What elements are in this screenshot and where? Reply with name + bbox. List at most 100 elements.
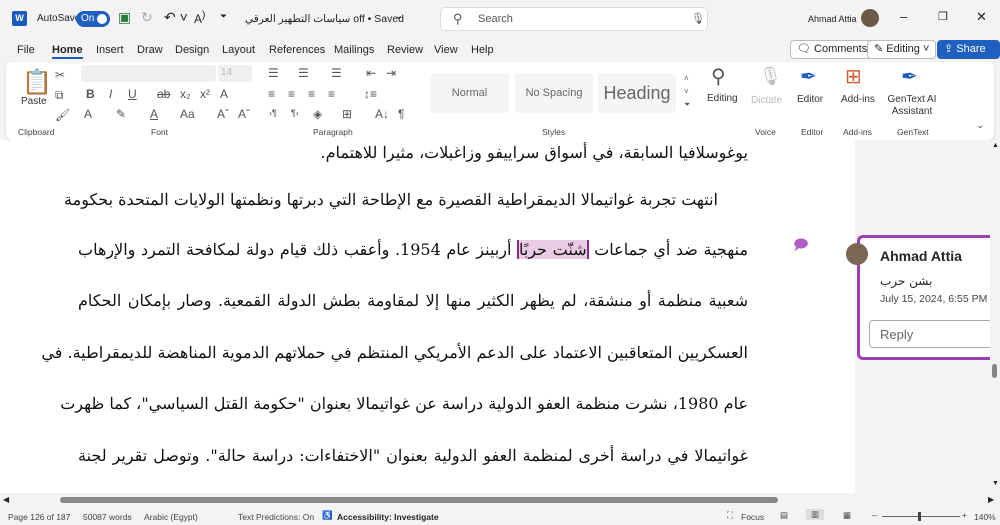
numbering-icon[interactable]: ☰ bbox=[298, 66, 309, 80]
style-normal[interactable]: Normal bbox=[430, 73, 509, 113]
editing-button[interactable]: Editing bbox=[707, 93, 738, 104]
read-aloud-icon[interactable]: A) bbox=[194, 10, 205, 26]
rtl-icon[interactable]: ¶‹ bbox=[291, 108, 299, 118]
h-scroll-thumb[interactable] bbox=[60, 497, 778, 503]
minimize-icon[interactable]: – bbox=[900, 9, 907, 24]
chevron-down-icon[interactable]: ⌄ bbox=[395, 11, 403, 22]
zoom-in-icon[interactable]: + bbox=[962, 510, 967, 520]
comments-button[interactable]: 🗨 Comments bbox=[790, 40, 875, 59]
addins-icon[interactable]: ⊞ bbox=[845, 64, 862, 89]
tab-insert[interactable]: Insert bbox=[96, 44, 124, 56]
redo-icon[interactable]: ↻ bbox=[141, 9, 153, 26]
find-icon[interactable]: ⚲ bbox=[711, 64, 726, 89]
change-case-icon[interactable]: Aa bbox=[180, 107, 195, 121]
focus-button[interactable]: Focus bbox=[741, 512, 764, 522]
tab-view[interactable]: View bbox=[434, 44, 458, 56]
user-name[interactable]: Ahmad Attia bbox=[808, 14, 857, 24]
page-count[interactable]: Page 126 of 187 bbox=[8, 512, 70, 522]
grow-font-icon[interactable]: Aˆ bbox=[217, 107, 229, 121]
scroll-thumb[interactable] bbox=[992, 364, 997, 378]
dictate-button[interactable]: Dictate bbox=[751, 95, 782, 106]
search-input[interactable]: Search bbox=[478, 13, 513, 25]
tab-home[interactable]: Home bbox=[52, 44, 83, 59]
tab-draw[interactable]: Draw bbox=[137, 44, 163, 56]
underline-icon[interactable]: U bbox=[128, 87, 137, 101]
text-predictions[interactable]: Text Predictions: On bbox=[238, 512, 314, 522]
line-spacing-icon[interactable]: ↕≡ bbox=[364, 87, 377, 101]
shrink-font-icon[interactable]: Aˇ bbox=[238, 107, 250, 121]
gentext-icon[interactable]: ✒ bbox=[901, 64, 918, 89]
cut-icon[interactable]: ✂ bbox=[55, 68, 65, 82]
comment-marker-icon[interactable]: 🗩 bbox=[793, 234, 809, 258]
save-icon[interactable]: ▣ bbox=[118, 9, 131, 26]
customize-toolbar-icon[interactable]: ⏷ bbox=[220, 11, 227, 22]
ltr-icon[interactable]: ›¶ bbox=[269, 108, 277, 118]
bold-icon[interactable]: B bbox=[86, 87, 95, 101]
justify-icon[interactable]: ≡ bbox=[328, 87, 335, 101]
align-center-icon[interactable]: ≡ bbox=[288, 87, 295, 101]
style-no-spacing[interactable]: No Spacing bbox=[515, 73, 593, 113]
search-box[interactable]: ⚲ Search 🎙 bbox=[440, 7, 708, 31]
focus-icon[interactable]: ⛶ bbox=[727, 510, 733, 521]
accessibility-status[interactable]: Accessibility: Investigate bbox=[337, 512, 439, 522]
tab-mailings[interactable]: Mailings bbox=[334, 44, 374, 56]
tab-layout[interactable]: Layout bbox=[222, 44, 255, 56]
italic-icon[interactable]: I bbox=[109, 87, 112, 101]
read-mode-icon[interactable]: ▤ bbox=[780, 510, 788, 521]
show-marks-icon[interactable]: ¶ bbox=[398, 107, 404, 121]
font-color-icon[interactable]: A bbox=[150, 107, 158, 121]
superscript-icon[interactable]: x² bbox=[200, 87, 210, 101]
font-name-select[interactable] bbox=[81, 65, 216, 82]
strikethrough-icon[interactable]: ab bbox=[157, 87, 170, 101]
document-page[interactable]: يوغوسلافيا السابقة، في أسواق سراييفو وزا… bbox=[0, 140, 855, 493]
share-button[interactable]: ⇪ Share ˅ bbox=[937, 40, 1000, 72]
align-left-icon[interactable]: ≡ bbox=[268, 87, 275, 101]
language[interactable]: Arabic (Egypt) bbox=[144, 512, 198, 522]
commented-text-highlight[interactable]: شنّت حربًا bbox=[517, 240, 589, 259]
editor-button[interactable]: Editor bbox=[797, 94, 823, 105]
zoom-slider-thumb[interactable] bbox=[918, 512, 921, 521]
tab-review[interactable]: Review bbox=[387, 44, 423, 56]
dictate-icon[interactable]: 🎙 bbox=[759, 66, 782, 87]
font-size-select[interactable]: 14 bbox=[218, 65, 252, 82]
paste-label[interactable]: Paste bbox=[21, 96, 47, 107]
scroll-down-icon[interactable]: ▼ bbox=[992, 480, 999, 487]
scroll-right-icon[interactable]: ▶ bbox=[988, 495, 994, 504]
undo-icon[interactable]: ↶ ˅ bbox=[164, 9, 188, 26]
styles-scroll-icon[interactable]: ˄ ˅ ⏷ bbox=[684, 72, 690, 111]
tab-references[interactable]: References bbox=[269, 44, 325, 56]
editing-mode-button[interactable]: ✎ Editing ˅ bbox=[867, 40, 937, 59]
comment-card[interactable]: Ahmad Attia بشن حرب July 15, 2024, 6:55 … bbox=[857, 235, 999, 360]
word-count[interactable]: 50087 words bbox=[83, 512, 132, 522]
restore-icon[interactable]: ❐ bbox=[938, 10, 948, 23]
print-layout-icon[interactable]: ▥ bbox=[806, 509, 825, 520]
multilevel-list-icon[interactable]: ☰ bbox=[331, 66, 342, 80]
style-heading[interactable]: Heading bbox=[598, 73, 676, 113]
web-layout-icon[interactable]: ▦ bbox=[843, 510, 851, 521]
zoom-out-icon[interactable]: – bbox=[872, 510, 877, 520]
subscript-icon[interactable]: x₂ bbox=[180, 87, 191, 101]
gentext-button[interactable]: GenText AI Assistant bbox=[887, 94, 937, 118]
sort-icon[interactable]: A↓ bbox=[375, 107, 389, 121]
vertical-scrollbar[interactable]: ▲ ▼ bbox=[990, 140, 1000, 493]
paste-icon[interactable]: 📋 bbox=[22, 68, 52, 97]
shading-icon[interactable]: ◈ bbox=[313, 107, 322, 121]
highlight-icon[interactable]: ✎ bbox=[116, 107, 126, 121]
bullets-icon[interactable]: ☰ bbox=[268, 66, 279, 80]
scroll-left-icon[interactable]: ◀ bbox=[3, 495, 9, 504]
copy-icon[interactable]: ⧉ bbox=[55, 88, 64, 103]
document-title[interactable]: سياسات التطهير العرقي off • Saved bbox=[245, 13, 404, 25]
zoom-level[interactable]: 140% bbox=[974, 512, 996, 522]
horizontal-scrollbar[interactable]: ◀ ▶ bbox=[0, 493, 1000, 507]
zoom-slider[interactable] bbox=[882, 512, 960, 521]
decrease-indent-icon[interactable]: ⇤ bbox=[366, 66, 376, 80]
tab-design[interactable]: Design bbox=[175, 44, 209, 56]
format-painter-icon[interactable]: 🖌 bbox=[55, 108, 70, 122]
close-icon[interactable]: ✕ bbox=[976, 9, 987, 25]
addins-button[interactable]: Add-ins bbox=[841, 94, 875, 105]
text-effects-icon[interactable]: A bbox=[84, 107, 92, 121]
reply-input[interactable]: Reply bbox=[869, 320, 999, 348]
autosave-toggle[interactable]: On bbox=[76, 11, 110, 27]
avatar[interactable] bbox=[861, 9, 879, 27]
microphone-icon[interactable]: 🎙 bbox=[691, 12, 705, 25]
